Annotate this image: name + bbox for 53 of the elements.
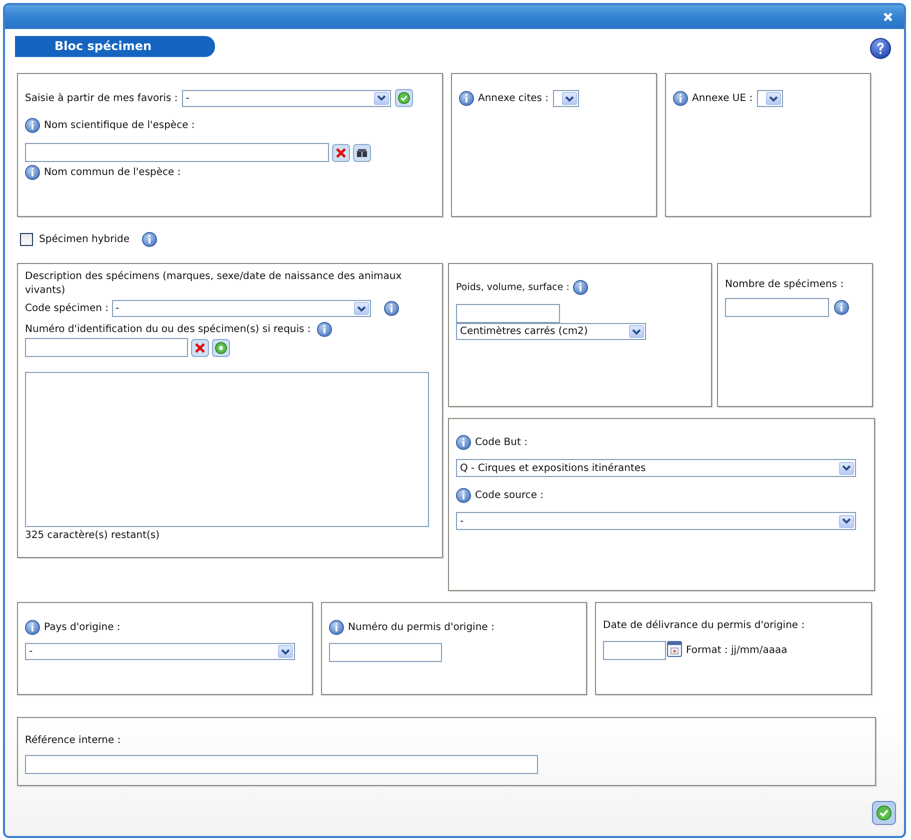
clear-button[interactable] (332, 144, 350, 162)
field-label: Saisie à partir de mes favoris : (25, 92, 178, 104)
field-label: Annexe cites : (478, 93, 549, 104)
field-label: Annexe UE : (692, 93, 753, 104)
binoculars-icon[interactable] (353, 144, 371, 162)
input-field[interactable] (25, 338, 188, 357)
field-label: Pays d'origine : (44, 622, 120, 633)
dropdown[interactable]: - (112, 300, 371, 317)
add-button[interactable] (212, 338, 230, 356)
clear-button[interactable] (191, 338, 209, 356)
dropdown[interactable]: - (25, 643, 295, 660)
dropdown[interactable]: - (182, 90, 391, 106)
input-field[interactable] (456, 304, 560, 323)
chevron-icon (356, 306, 366, 312)
field-label: Code But : (475, 437, 528, 448)
field-label: Description des spécimens (marques, sexe/date de naissance des animaux vivants) (25, 270, 403, 298)
dropdown[interactable]: - (456, 512, 856, 530)
chevron-icon (281, 648, 290, 654)
format-hint: Format : jj/mm/aaaa (686, 645, 788, 656)
chevron-icon (768, 96, 778, 102)
input-field[interactable] (725, 298, 829, 317)
checkbox-label: Spécimen hybride (39, 234, 130, 244)
field-label: Numéro du permis d'origine : (348, 622, 494, 633)
field-label: Nom commun de l'espèce : (44, 167, 181, 178)
check-button[interactable] (394, 89, 413, 107)
chevron-icon (842, 518, 851, 524)
checkbox[interactable] (20, 232, 33, 246)
chevron-icon (376, 95, 386, 101)
field-label: Poids, volume, surface : (456, 282, 570, 293)
dropdown[interactable] (552, 90, 579, 107)
input-field[interactable] (25, 143, 329, 162)
field-label: Code source : (475, 490, 544, 501)
calendar-icon[interactable] (667, 641, 682, 657)
input-field[interactable] (25, 755, 538, 774)
character-counter: 325 caractère(s) restant(s) (25, 530, 161, 541)
dropdown[interactable] (756, 90, 783, 107)
input-field[interactable] (329, 643, 442, 662)
field-label: Nom scientifique de l'espèce : (44, 120, 195, 131)
field-label: Nombre de spécimens : (725, 279, 844, 290)
field-label: Date de délivrance du permis d'origine : (603, 620, 805, 631)
field-label: Code spécimen : (25, 303, 109, 314)
chevron-icon (632, 328, 641, 334)
help-icon[interactable] (870, 38, 891, 59)
close-icon[interactable] (883, 12, 893, 22)
section-header: Bloc spécimen (15, 36, 215, 57)
dropdown[interactable]: Centimètres carrés (cm2) (456, 323, 646, 340)
confirm-button[interactable] (872, 801, 896, 825)
input-field[interactable] (603, 641, 666, 660)
dropdown[interactable]: Q - Cirques et expositions itinérantes (456, 459, 856, 477)
field-label: Référence interne : (25, 735, 121, 746)
chevron-icon (842, 465, 851, 471)
field-label: Numéro d'identification du ou des spécimen(s) si requis : (25, 324, 311, 335)
chevron-icon (564, 96, 574, 102)
